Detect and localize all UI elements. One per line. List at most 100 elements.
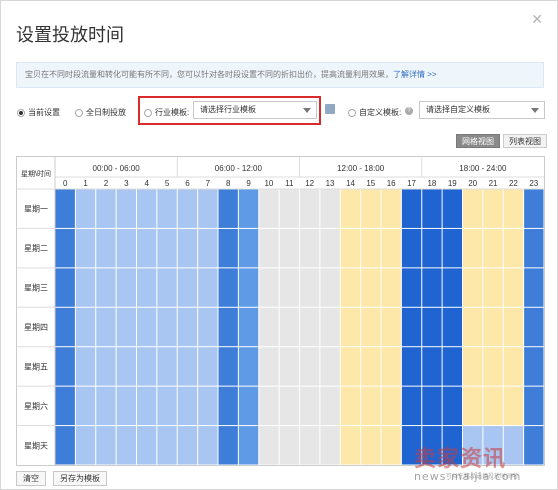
- time-cell[interactable]: [218, 386, 238, 426]
- time-cell[interactable]: [361, 426, 381, 465]
- time-cell[interactable]: [198, 307, 218, 347]
- tab-grid-view[interactable]: 网格视图: [456, 134, 500, 148]
- time-cell[interactable]: [463, 307, 483, 347]
- time-cell[interactable]: [524, 307, 544, 347]
- time-cell[interactable]: [340, 228, 361, 268]
- radio-industry-template[interactable]: 行业模板:: [144, 107, 189, 118]
- time-cell[interactable]: [320, 386, 340, 426]
- time-cell[interactable]: [55, 386, 75, 426]
- time-cell[interactable]: [503, 307, 524, 347]
- time-cell[interactable]: [422, 268, 442, 307]
- time-cell[interactable]: [55, 426, 75, 465]
- time-cell[interactable]: [198, 386, 218, 426]
- save-as-template-button[interactable]: 另存为模板: [53, 471, 107, 486]
- time-cell[interactable]: [116, 228, 136, 268]
- time-cell[interactable]: [96, 426, 116, 465]
- time-cell[interactable]: [381, 268, 401, 307]
- time-cell[interactable]: [116, 189, 136, 228]
- time-cell[interactable]: [401, 307, 422, 347]
- time-cell[interactable]: [381, 347, 401, 386]
- time-cell[interactable]: [157, 347, 177, 386]
- time-cell[interactable]: [157, 228, 177, 268]
- custom-template-select[interactable]: 请选择自定义模板: [419, 101, 545, 119]
- time-cell[interactable]: [463, 347, 483, 386]
- time-cell[interactable]: [340, 268, 361, 307]
- time-cell[interactable]: [55, 189, 75, 228]
- time-cell[interactable]: [137, 228, 157, 268]
- time-cell[interactable]: [340, 347, 361, 386]
- time-cell[interactable]: [259, 426, 279, 465]
- time-cell[interactable]: [137, 347, 157, 386]
- time-cell[interactable]: [422, 347, 442, 386]
- time-cell[interactable]: [483, 268, 503, 307]
- time-cell[interactable]: [361, 228, 381, 268]
- time-cell[interactable]: [238, 426, 259, 465]
- time-cell[interactable]: [177, 268, 198, 307]
- time-cell[interactable]: [75, 426, 96, 465]
- time-cell[interactable]: [259, 189, 279, 228]
- time-cell[interactable]: [279, 189, 299, 228]
- time-cell[interactable]: [198, 426, 218, 465]
- time-cell[interactable]: [157, 307, 177, 347]
- time-cell[interactable]: [279, 268, 299, 307]
- time-cell[interactable]: [483, 189, 503, 228]
- time-cell[interactable]: [177, 347, 198, 386]
- time-cell[interactable]: [300, 268, 320, 307]
- radio-custom-template[interactable]: 自定义模板:: [348, 107, 401, 118]
- time-cell[interactable]: [401, 347, 422, 386]
- time-cell[interactable]: [55, 228, 75, 268]
- industry-template-select[interactable]: 请选择行业模板: [193, 101, 317, 119]
- time-cell[interactable]: [279, 426, 299, 465]
- time-cell[interactable]: [75, 228, 96, 268]
- time-cell[interactable]: [361, 307, 381, 347]
- time-cell[interactable]: [75, 347, 96, 386]
- time-cell[interactable]: [177, 386, 198, 426]
- time-cell[interactable]: [238, 189, 259, 228]
- time-cell[interactable]: [55, 268, 75, 307]
- time-cell[interactable]: [361, 268, 381, 307]
- time-cell[interactable]: [218, 268, 238, 307]
- time-cell[interactable]: [300, 386, 320, 426]
- time-cell[interactable]: [279, 228, 299, 268]
- close-icon[interactable]: ✕: [531, 11, 543, 28]
- time-cell[interactable]: [177, 426, 198, 465]
- time-cell[interactable]: [300, 228, 320, 268]
- time-cell[interactable]: [137, 386, 157, 426]
- time-cell[interactable]: [279, 307, 299, 347]
- time-cell[interactable]: [401, 189, 422, 228]
- time-cell[interactable]: [300, 307, 320, 347]
- time-cell[interactable]: [381, 189, 401, 228]
- time-cell[interactable]: [116, 347, 136, 386]
- time-cell[interactable]: [157, 189, 177, 228]
- time-cell[interactable]: [96, 307, 116, 347]
- time-cell[interactable]: [177, 228, 198, 268]
- time-cell[interactable]: [524, 347, 544, 386]
- time-cell[interactable]: [320, 426, 340, 465]
- time-cell[interactable]: [279, 386, 299, 426]
- time-cell[interactable]: [503, 228, 524, 268]
- time-cell[interactable]: [340, 189, 361, 228]
- time-cell[interactable]: [422, 386, 442, 426]
- time-cell[interactable]: [75, 189, 96, 228]
- time-cell[interactable]: [503, 347, 524, 386]
- time-cell[interactable]: [218, 307, 238, 347]
- time-cell[interactable]: [198, 347, 218, 386]
- time-cell[interactable]: [157, 386, 177, 426]
- time-cell[interactable]: [463, 386, 483, 426]
- time-cell[interactable]: [361, 347, 381, 386]
- time-cell[interactable]: [137, 426, 157, 465]
- time-cell[interactable]: [442, 189, 462, 228]
- time-cell[interactable]: [218, 347, 238, 386]
- clear-button[interactable]: 清空: [16, 471, 46, 486]
- time-cell[interactable]: [300, 347, 320, 386]
- time-cell[interactable]: [259, 347, 279, 386]
- time-cell[interactable]: [218, 189, 238, 228]
- time-cell[interactable]: [198, 268, 218, 307]
- time-cell[interactable]: [96, 386, 116, 426]
- time-cell[interactable]: [524, 386, 544, 426]
- time-cell[interactable]: [96, 268, 116, 307]
- time-cell[interactable]: [137, 268, 157, 307]
- time-cell[interactable]: [96, 228, 116, 268]
- time-cell[interactable]: [483, 386, 503, 426]
- time-cell[interactable]: [381, 426, 401, 465]
